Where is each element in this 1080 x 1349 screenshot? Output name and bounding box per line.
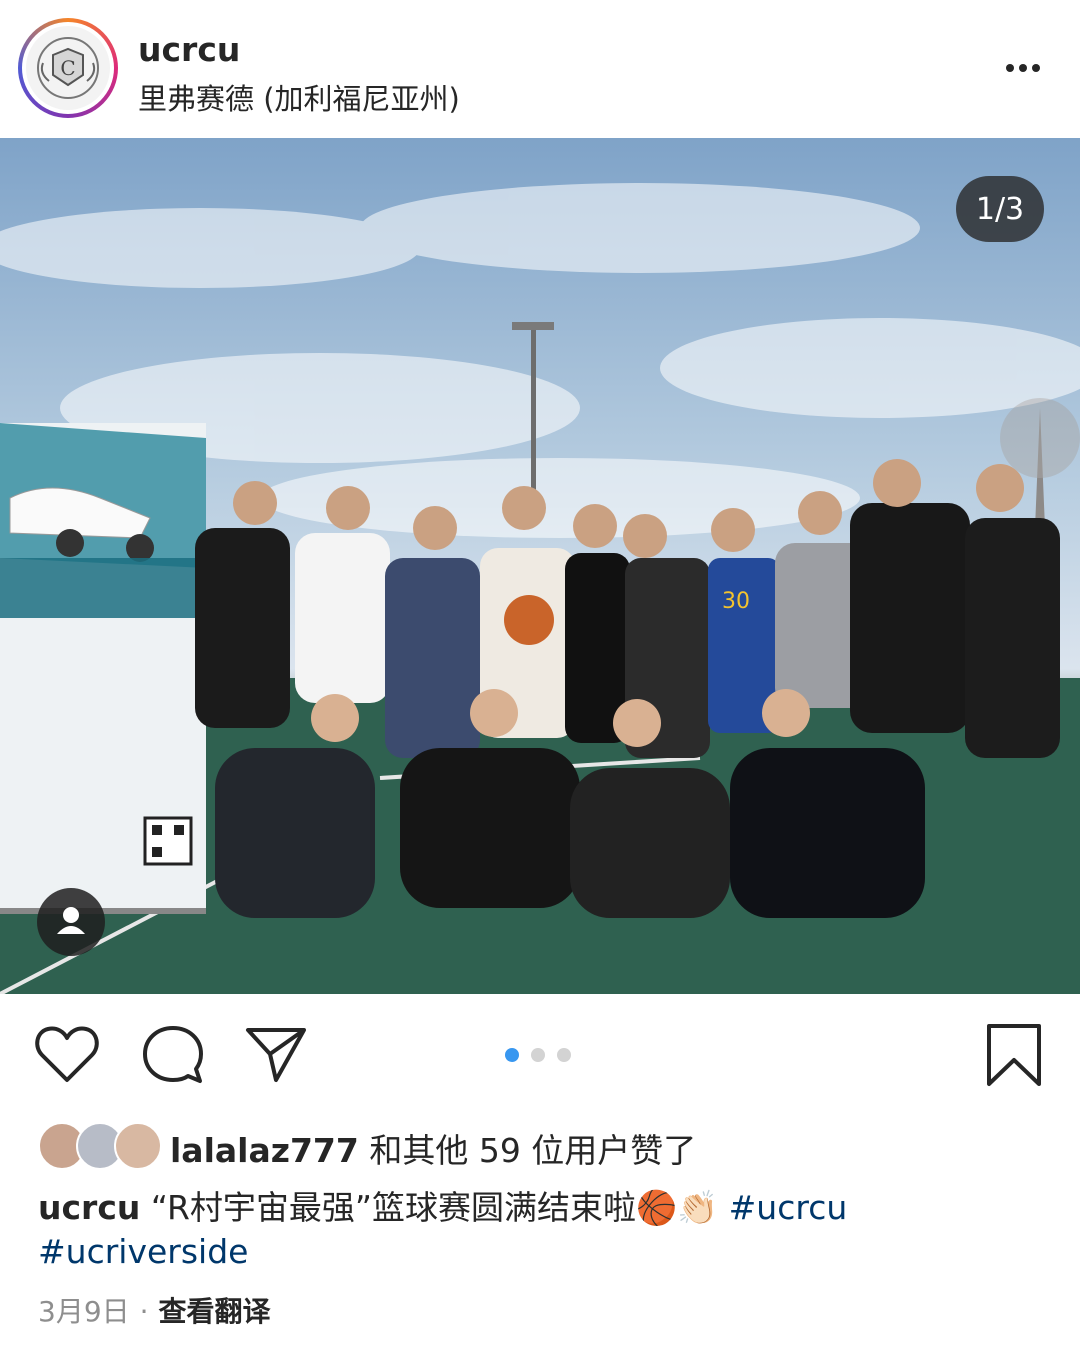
carousel-dot-2 [531,1048,545,1062]
post-date: 3月9日 [38,1295,130,1328]
comment-icon[interactable] [140,1024,204,1084]
likers-avatars[interactable] [38,1122,162,1170]
ucrcu-logo-icon: C [26,26,110,110]
post-photo[interactable]: 30 1/3 [0,138,1080,994]
photo-page-counter: 1/3 [956,176,1044,242]
hashtag-link[interactable]: #ucrcu [729,1188,848,1227]
post-footer: 3月9日 · 查看翻译 [38,1290,271,1330]
carousel-dot-1 [505,1048,519,1062]
profile-avatar[interactable]: C [18,18,118,118]
bookmark-icon[interactable] [984,1022,1044,1088]
liker-avatar [114,1122,162,1170]
post-caption: ucrcu “R村宇宙最强”篮球赛圆满结束啦🏀👏🏻 #ucrcu #ucrive… [38,1186,1038,1274]
heart-icon[interactable] [34,1024,99,1084]
caption-text: “R村宇宙最强”篮球赛圆满结束啦🏀👏🏻 [140,1188,729,1227]
likes-rest: 和其他 59 位用户赞了 [358,1131,697,1170]
advertising-banner [0,423,206,914]
post-location[interactable]: 里弗赛德 (加利福尼亚州) [138,76,460,118]
more-options-icon[interactable] [1000,50,1048,86]
likes-summary[interactable]: lalalaz777 和其他 59 位用户赞了 [170,1124,696,1172]
hashtag-link[interactable]: #ucriverside [38,1232,248,1271]
carousel-dot-3 [557,1048,571,1062]
carousel-indicator [505,1048,571,1062]
post-username[interactable]: ucrcu [138,30,240,69]
liker-username[interactable]: lalalaz777 [170,1131,359,1170]
footer-separator: · [139,1295,149,1328]
post-header: C ucrcu 里弗赛德 (加利福尼亚州) [0,0,1080,138]
translate-link[interactable]: 查看翻译 [159,1295,271,1328]
send-icon[interactable] [244,1024,308,1084]
caption-username[interactable]: ucrcu [38,1188,140,1227]
jersey-number: 30 [722,589,750,614]
user-tag-icon[interactable] [37,888,105,956]
svg-text:C: C [60,56,75,80]
